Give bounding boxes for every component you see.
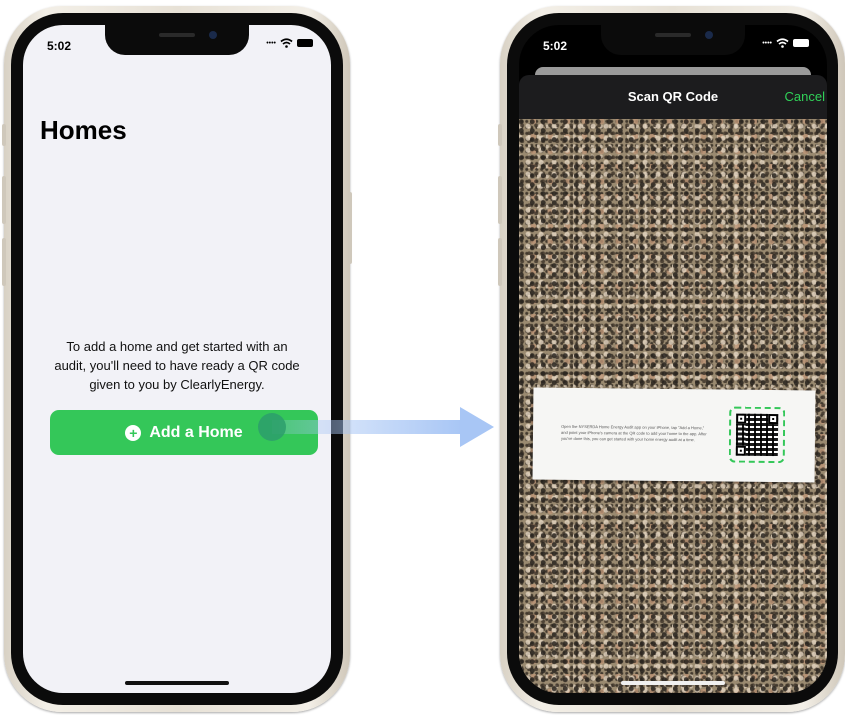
signal-dots-icon: •••• — [762, 39, 772, 47]
battery-icon — [793, 39, 809, 47]
speaker-grille — [159, 33, 195, 37]
notch — [105, 25, 249, 55]
notch — [601, 25, 745, 55]
home-indicator[interactable] — [621, 681, 725, 685]
camera-icon — [705, 31, 713, 39]
status-icons: •••• — [266, 38, 313, 48]
speaker-grille — [655, 33, 691, 37]
wifi-icon — [776, 38, 789, 48]
status-icons: •••• — [762, 38, 809, 48]
camera-icon — [209, 31, 217, 39]
status-time: 5:02 — [47, 39, 72, 53]
wifi-icon — [280, 38, 293, 48]
status-time: 5:02 — [543, 39, 568, 53]
battery-icon — [297, 39, 313, 47]
signal-dots-icon: •••• — [266, 39, 276, 47]
flow-arrow-icon — [258, 407, 494, 447]
